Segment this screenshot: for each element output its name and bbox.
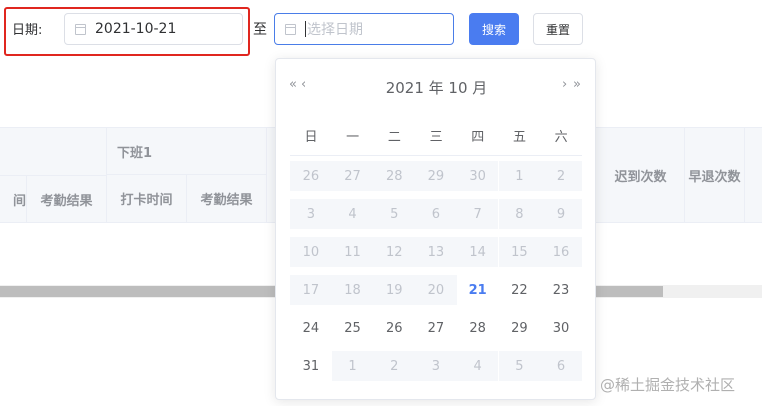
search-button[interactable]: 搜索 [469, 13, 519, 45]
date-cell-disabled: 14 [456, 237, 499, 267]
calendar-icon [75, 23, 86, 35]
date-cell-disabled: 4 [456, 351, 499, 381]
date-cell-disabled: 20 [415, 275, 457, 305]
next-year-button[interactable]: » [573, 77, 581, 92]
date-cell-disabled: 7 [456, 199, 499, 229]
date-cell[interactable]: 26 [373, 313, 415, 343]
date-cell-disabled: 19 [373, 275, 416, 305]
end-date-placeholder: 选择日期 [307, 22, 363, 38]
header-cell: 间 [0, 175, 27, 222]
date-cell-disabled: 15 [498, 237, 541, 267]
date-picker-popup: « ‹ 2021 年 10 月 › » 日一二三四五六 26 27 28 29 30 1 2… [275, 58, 596, 400]
date-cell-disabled: 29 [415, 161, 457, 191]
date-cell[interactable]: 31 [290, 351, 332, 381]
date-cell[interactable]: 23 [540, 275, 582, 305]
weekday-header: 一 [346, 130, 360, 145]
date-cell-disabled: 28 [373, 161, 416, 191]
weekday-header: 三 [429, 130, 443, 145]
reset-button[interactable]: 重置 [533, 13, 583, 45]
next-month-button[interactable]: › [562, 77, 567, 92]
start-date-value: 2021-10-21 [95, 21, 177, 37]
calendar-title: 2021 年 10 月 [385, 79, 488, 97]
date-cell[interactable]: 25 [332, 313, 374, 343]
header-cell: 迟到次数 [597, 128, 685, 222]
date-cell[interactable]: 22 [499, 275, 541, 305]
weekday-header: 日 [304, 130, 318, 145]
header-cell: 早退次数 [685, 128, 745, 222]
header-cell: 打卡时间 [107, 175, 187, 222]
date-cell-disabled: 1 [331, 351, 374, 381]
date-cell-disabled: 5 [498, 351, 541, 381]
header-cell [0, 128, 107, 175]
date-cell-disabled: 18 [331, 275, 374, 305]
date-cell-disabled: 26 [290, 161, 332, 191]
date-cell[interactable]: 28 [457, 313, 499, 343]
date-cell-disabled: 6 [415, 199, 457, 229]
date-cell-today[interactable]: 21 [457, 275, 499, 305]
date-cell-disabled: 2 [540, 161, 582, 191]
date-cell-disabled: 2 [373, 351, 416, 381]
watermark: @稀土掘金技术社区 [600, 376, 736, 394]
date-cell-disabled: 8 [498, 199, 541, 229]
date-cell-disabled: 11 [331, 237, 374, 267]
calendar-icon [285, 23, 296, 35]
start-date-input[interactable]: 2021-10-21 [64, 13, 243, 45]
date-cell-disabled: 1 [498, 161, 541, 191]
date-cell-disabled: 13 [415, 237, 457, 267]
date-cell-disabled: 3 [415, 351, 457, 381]
date-cell-disabled: 12 [373, 237, 416, 267]
date-cell[interactable]: 27 [415, 313, 457, 343]
weekday-header: 五 [512, 130, 526, 145]
header-cell: 考勤结果 [187, 175, 267, 222]
date-cell-disabled: 16 [540, 237, 582, 267]
weekday-header: 四 [471, 130, 485, 145]
date-cell-disabled: 30 [456, 161, 499, 191]
header-cell: 考勤结果 [27, 175, 107, 222]
weekday-header: 六 [554, 130, 568, 145]
date-label: 日期: [12, 23, 43, 38]
text-caret [305, 21, 306, 37]
date-cell[interactable]: 30 [540, 313, 582, 343]
weekday-header: 二 [387, 130, 401, 145]
date-cell[interactable]: 24 [290, 313, 332, 343]
end-date-input[interactable]: 选择日期 [274, 13, 454, 45]
date-cell[interactable]: 29 [499, 313, 541, 343]
date-cell-disabled: 17 [290, 275, 332, 305]
divider [290, 155, 582, 156]
header-group-offwork1: 下班1 [107, 128, 267, 175]
date-cell-disabled: 5 [373, 199, 416, 229]
date-cell-disabled: 27 [331, 161, 374, 191]
date-cell-disabled: 10 [290, 237, 332, 267]
date-cell-disabled: 3 [290, 199, 332, 229]
date-cell-disabled: 4 [331, 199, 374, 229]
date-cell-disabled: 6 [540, 351, 582, 381]
range-separator: 至 [253, 22, 267, 38]
date-cell-disabled: 9 [540, 199, 582, 229]
